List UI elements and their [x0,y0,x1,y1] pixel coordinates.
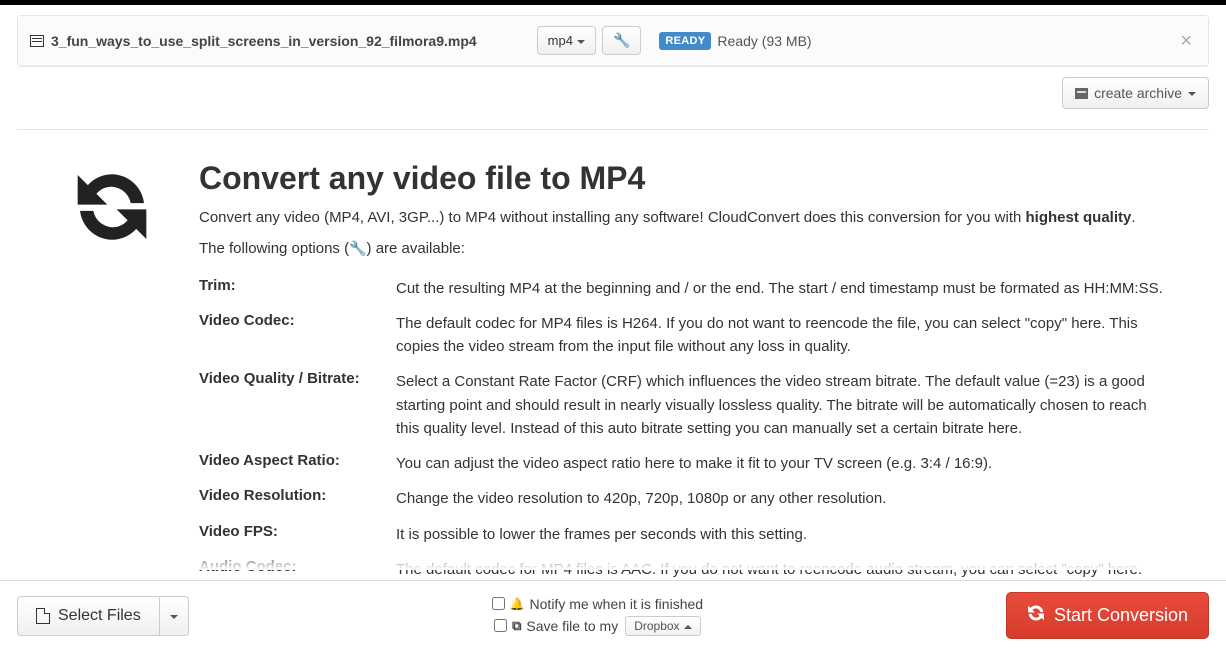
file-controls: mp4 🔧 [537,26,642,55]
save-destination-dropdown[interactable]: Dropbox [625,616,700,636]
option-label: Video Quality / Bitrate: [199,370,396,440]
remove-file-button[interactable]: × [1176,31,1196,51]
status-text: Ready (93 MB) [717,33,811,49]
option-desc: Change the video resolution to 420p, 720… [396,487,1202,510]
option-desc: You can adjust the video aspect ratio he… [396,452,1202,475]
bell-icon: 🔔 [510,597,525,611]
archive-icon [1075,88,1088,99]
archive-row: create archive [17,67,1209,119]
option-desc: It is possible to lower the frames per s… [396,523,1202,546]
intro-text: Convert any video (MP4, AVI, 3GP...) to … [199,207,1202,230]
save-label: Save file to my [526,618,618,634]
caret-down-icon [577,40,585,44]
video-file-icon [30,35,44,47]
content-column: Convert any video file to MP4 Convert an… [199,160,1202,652]
option-label: Video Codec: [199,312,396,359]
option-label: Video Resolution: [199,487,396,510]
caret-down-icon [1188,92,1196,96]
dropbox-icon: ⧉ [512,618,521,634]
option-label: Trim: [199,277,396,300]
notify-check-row[interactable]: 🔔 Notify me when it is finished [492,596,703,612]
file-status: READY Ready (93 MB) [659,32,811,50]
option-row: Trim: Cut the resulting MP4 at the begin… [199,277,1202,300]
start-conversion-button[interactable]: Start Conversion [1006,592,1209,639]
select-files-group: Select Files [17,596,189,636]
notify-checkbox[interactable] [492,597,505,610]
option-row: Video Resolution: Change the video resol… [199,487,1202,510]
status-badge: READY [659,32,711,50]
center-options: 🔔 Notify me when it is finished ⧉ Save f… [189,596,1006,636]
save-check-row: ⧉ Save file to my Dropbox [494,616,700,636]
option-label: Video FPS: [199,523,396,546]
file-name: 3_fun_ways_to_use_split_screens_in_versi… [51,33,477,49]
options-line: The following options (🔧) are available: [199,240,1202,257]
top-border [0,0,1226,5]
main-content: Convert any video file to MP4 Convert an… [0,130,1226,652]
option-desc: Cut the resulting MP4 at the beginning a… [396,277,1202,300]
document-icon [36,608,50,624]
option-row: Video Quality / Bitrate: Select a Consta… [199,370,1202,440]
select-files-label: Select Files [58,607,141,625]
option-label: Video Aspect Ratio: [199,452,396,475]
select-files-button[interactable]: Select Files [17,596,160,636]
save-checkbox[interactable] [494,619,507,632]
bottom-bar: Select Files 🔔 Notify me when it is fini… [0,580,1226,650]
option-desc: Select a Constant Rate Factor (CRF) whic… [396,370,1202,440]
caret-up-icon [684,625,692,629]
start-label: Start Conversion [1054,605,1188,626]
notify-label: Notify me when it is finished [530,596,704,612]
refresh-icon [1027,604,1045,627]
wrench-icon: 🔧 [613,32,630,49]
select-files-dropdown[interactable] [160,596,189,636]
create-archive-button[interactable]: create archive [1062,77,1209,109]
settings-button[interactable]: 🔧 [602,26,641,55]
wrench-icon: 🔧 [349,240,366,257]
page-title: Convert any video file to MP4 [199,160,1202,197]
file-row: 3_fun_ways_to_use_split_screens_in_versi… [18,16,1208,66]
option-row: Video Aspect Ratio: You can adjust the v… [199,452,1202,475]
option-row: Video FPS: It is possible to lower the f… [199,523,1202,546]
format-label: mp4 [548,33,573,48]
file-queue-panel: 3_fun_ways_to_use_split_screens_in_versi… [17,15,1209,67]
save-dest-label: Dropbox [634,619,679,633]
refresh-icon [73,168,151,246]
option-row: Video Codec: The default codec for MP4 f… [199,312,1202,359]
caret-down-icon [170,615,178,619]
option-desc: The default codec for MP4 files is H264.… [396,312,1202,359]
format-dropdown[interactable]: mp4 [537,26,596,55]
convert-icon-wrap [24,160,199,652]
archive-label: create archive [1094,85,1182,101]
